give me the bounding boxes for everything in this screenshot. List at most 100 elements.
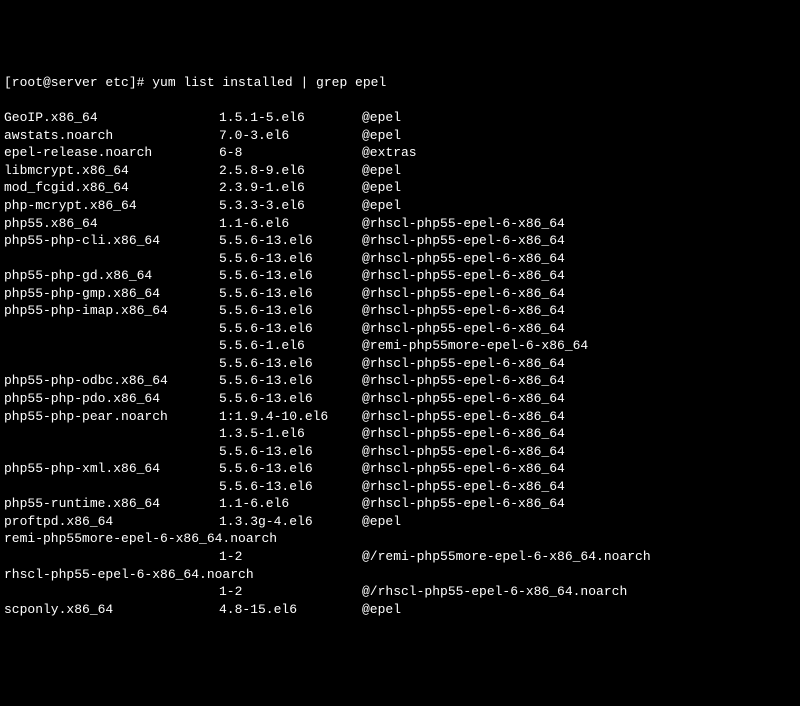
package-name — [4, 583, 219, 601]
package-name-full: remi-php55more-epel-6-x86_64.noarch — [4, 530, 277, 548]
package-name: php-mcrypt.x86_64 — [4, 197, 219, 215]
package-repo: @epel — [362, 513, 796, 531]
terminal-output: GeoIP.x86_641.5.1-5.el6@epelawstats.noar… — [4, 109, 796, 618]
package-repo: @epel — [362, 109, 796, 127]
package-name — [4, 478, 219, 496]
package-row: php55-php-imap.x86_645.5.6-13.el6@rhscl-… — [4, 302, 796, 320]
package-row: 1.3.5-1.el6@rhscl-php55-epel-6-x86_64 — [4, 425, 796, 443]
package-version: 7.0-3.el6 — [219, 127, 362, 145]
package-version: 1.1-6.el6 — [219, 495, 362, 513]
package-version: 6-8 — [219, 144, 362, 162]
package-row: php55-php-gd.x86_645.5.6-13.el6@rhscl-ph… — [4, 267, 796, 285]
package-row: 5.5.6-13.el6@rhscl-php55-epel-6-x86_64 — [4, 355, 796, 373]
package-repo: @rhscl-php55-epel-6-x86_64 — [362, 495, 796, 513]
package-repo: @rhscl-php55-epel-6-x86_64 — [362, 215, 796, 233]
package-repo: @rhscl-php55-epel-6-x86_64 — [362, 425, 796, 443]
package-name: php55-php-pear.noarch — [4, 408, 219, 426]
package-name: php55-php-gd.x86_64 — [4, 267, 219, 285]
package-repo: @rhscl-php55-epel-6-x86_64 — [362, 232, 796, 250]
package-repo: @extras — [362, 144, 796, 162]
package-row: remi-php55more-epel-6-x86_64.noarch — [4, 530, 796, 548]
package-version: 1:1.9.4-10.el6 — [219, 408, 362, 426]
package-repo: @rhscl-php55-epel-6-x86_64 — [362, 320, 796, 338]
package-repo: @rhscl-php55-epel-6-x86_64 — [362, 460, 796, 478]
package-row: epel-release.noarch6-8@extras — [4, 144, 796, 162]
package-name: php55.x86_64 — [4, 215, 219, 233]
package-name: libmcrypt.x86_64 — [4, 162, 219, 180]
package-name: php55-php-xml.x86_64 — [4, 460, 219, 478]
package-version: 5.5.6-13.el6 — [219, 250, 362, 268]
package-row: php55-php-xml.x86_645.5.6-13.el6@rhscl-p… — [4, 460, 796, 478]
package-repo: @rhscl-php55-epel-6-x86_64 — [362, 408, 796, 426]
package-repo: @rhscl-php55-epel-6-x86_64 — [362, 372, 796, 390]
package-version: 4.8-15.el6 — [219, 601, 362, 619]
package-version: 5.3.3-3.el6 — [219, 197, 362, 215]
package-name: php55-php-pdo.x86_64 — [4, 390, 219, 408]
package-row: proftpd.x86_641.3.3g-4.el6@epel — [4, 513, 796, 531]
package-repo: @rhscl-php55-epel-6-x86_64 — [362, 478, 796, 496]
package-row: libmcrypt.x86_642.5.8-9.el6@epel — [4, 162, 796, 180]
package-repo: @epel — [362, 179, 796, 197]
package-row: GeoIP.x86_641.5.1-5.el6@epel — [4, 109, 796, 127]
package-name — [4, 337, 219, 355]
package-row: scponly.x86_644.8-15.el6@epel — [4, 601, 796, 619]
package-name: proftpd.x86_64 — [4, 513, 219, 531]
package-version: 5.5.6-1.el6 — [219, 337, 362, 355]
package-name: awstats.noarch — [4, 127, 219, 145]
package-name: mod_fcgid.x86_64 — [4, 179, 219, 197]
package-row: php55-php-cli.x86_645.5.6-13.el6@rhscl-p… — [4, 232, 796, 250]
package-repo: @epel — [362, 162, 796, 180]
package-version: 5.5.6-13.el6 — [219, 320, 362, 338]
package-version: 5.5.6-13.el6 — [219, 285, 362, 303]
package-row: 1-2@/remi-php55more-epel-6-x86_64.noarch — [4, 548, 796, 566]
package-repo: @/rhscl-php55-epel-6-x86_64.noarch — [362, 583, 796, 601]
package-name: php55-php-imap.x86_64 — [4, 302, 219, 320]
package-name: php55-php-odbc.x86_64 — [4, 372, 219, 390]
package-version: 1-2 — [219, 548, 362, 566]
package-name: php55-runtime.x86_64 — [4, 495, 219, 513]
package-name — [4, 548, 219, 566]
package-row: php-mcrypt.x86_645.3.3-3.el6@epel — [4, 197, 796, 215]
package-repo: @rhscl-php55-epel-6-x86_64 — [362, 355, 796, 373]
package-version: 1.3.3g-4.el6 — [219, 513, 362, 531]
package-name — [4, 443, 219, 461]
package-repo: @rhscl-php55-epel-6-x86_64 — [362, 390, 796, 408]
package-repo: @rhscl-php55-epel-6-x86_64 — [362, 250, 796, 268]
package-version: 2.3.9-1.el6 — [219, 179, 362, 197]
package-repo: @epel — [362, 127, 796, 145]
package-name — [4, 250, 219, 268]
package-repo: @rhscl-php55-epel-6-x86_64 — [362, 267, 796, 285]
package-name-full: rhscl-php55-epel-6-x86_64.noarch — [4, 566, 254, 584]
package-repo: @epel — [362, 601, 796, 619]
package-version: 5.5.6-13.el6 — [219, 267, 362, 285]
package-name: scponly.x86_64 — [4, 601, 219, 619]
package-name: php55-php-cli.x86_64 — [4, 232, 219, 250]
package-version: 5.5.6-13.el6 — [219, 390, 362, 408]
package-version: 5.5.6-13.el6 — [219, 478, 362, 496]
package-repo: @/remi-php55more-epel-6-x86_64.noarch — [362, 548, 796, 566]
package-row: 5.5.6-13.el6@rhscl-php55-epel-6-x86_64 — [4, 250, 796, 268]
package-row: php55-php-odbc.x86_645.5.6-13.el6@rhscl-… — [4, 372, 796, 390]
package-row: awstats.noarch7.0-3.el6@epel — [4, 127, 796, 145]
package-row: 5.5.6-13.el6@rhscl-php55-epel-6-x86_64 — [4, 478, 796, 496]
package-version: 1.5.1-5.el6 — [219, 109, 362, 127]
command-prompt[interactable]: [root@server etc]# yum list installed | … — [4, 74, 796, 92]
package-version: 1-2 — [219, 583, 362, 601]
package-name: GeoIP.x86_64 — [4, 109, 219, 127]
package-row: php55-php-pdo.x86_645.5.6-13.el6@rhscl-p… — [4, 390, 796, 408]
package-version: 5.5.6-13.el6 — [219, 443, 362, 461]
package-row: mod_fcgid.x86_642.3.9-1.el6@epel — [4, 179, 796, 197]
package-version: 1.3.5-1.el6 — [219, 425, 362, 443]
package-name — [4, 425, 219, 443]
package-repo: @rhscl-php55-epel-6-x86_64 — [362, 443, 796, 461]
package-repo: @remi-php55more-epel-6-x86_64 — [362, 337, 796, 355]
package-version: 5.5.6-13.el6 — [219, 460, 362, 478]
package-row: 5.5.6-13.el6@rhscl-php55-epel-6-x86_64 — [4, 443, 796, 461]
package-row: rhscl-php55-epel-6-x86_64.noarch — [4, 566, 796, 584]
package-name: epel-release.noarch — [4, 144, 219, 162]
package-version: 5.5.6-13.el6 — [219, 372, 362, 390]
package-name — [4, 355, 219, 373]
package-row: php55-php-gmp.x86_645.5.6-13.el6@rhscl-p… — [4, 285, 796, 303]
package-version: 5.5.6-13.el6 — [219, 355, 362, 373]
package-row: php55-runtime.x86_641.1-6.el6@rhscl-php5… — [4, 495, 796, 513]
